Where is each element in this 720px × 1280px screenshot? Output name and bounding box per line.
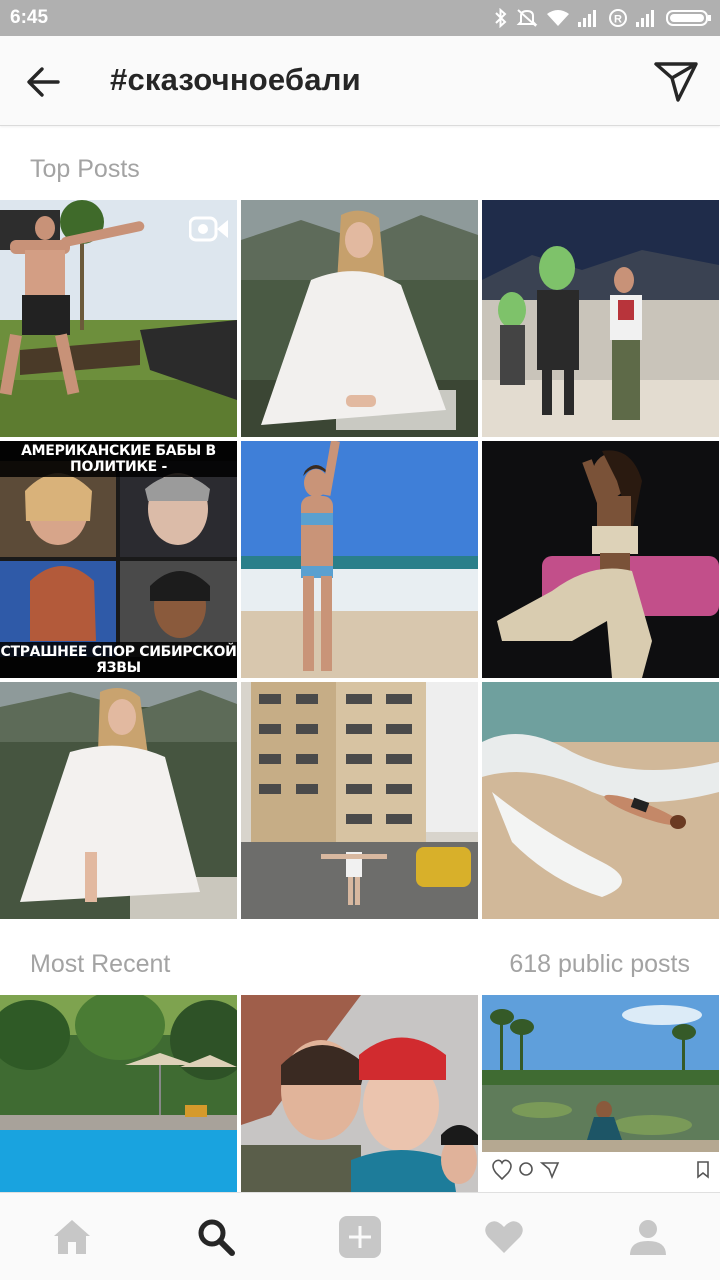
status-time: 6:45 [10, 7, 49, 28]
most-recent-label: Most Recent [30, 950, 171, 978]
post-thumbnail-woman-crochet-outfit[interactable] [482, 441, 719, 678]
post-thumbnail-woman-bikini-beach[interactable] [241, 441, 478, 678]
meme-caption-bottom: СТРАШНЕЕ СПОР СИБИРСКОЙ ЯЗВЫ [0, 642, 237, 678]
meme-caption-top: АМЕРИКАНСКИЕ БАБЫ В ПОЛИТИКЕ - [0, 441, 237, 477]
svg-text:R: R [614, 14, 622, 26]
page-title: #сказочноебали [110, 62, 361, 97]
status-bar: 6:45 R [0, 0, 720, 36]
photo-woman-dress-sitting [0, 682, 237, 919]
post-thumbnail-woman-meditating-lake[interactable] [482, 995, 719, 1192]
photo-woman-lying-surf [482, 682, 719, 919]
heart-icon [485, 1221, 523, 1253]
photo-woman-crochet [482, 441, 719, 678]
wifi-icon [547, 10, 569, 26]
back-button[interactable] [22, 60, 66, 104]
post-thumbnail-woman-white-dress-mountains[interactable] [241, 200, 478, 437]
direct-message-button[interactable] [652, 58, 700, 104]
home-icon [54, 1220, 90, 1254]
photo-tropical-pool [0, 995, 237, 1192]
nav-activity[interactable] [476, 1211, 532, 1263]
signal-icon [636, 10, 654, 27]
video-icon [189, 216, 228, 242]
post-thumbnail-tropical-pool[interactable] [0, 995, 237, 1192]
header-bar: #сказочноебали [0, 36, 720, 126]
bluetooth-icon [495, 8, 507, 28]
mute-icon [516, 9, 538, 27]
battery-icon [666, 10, 711, 26]
top-posts-label: Top Posts [30, 155, 140, 183]
post-thumbnail-woman-white-dress-sitting[interactable] [0, 682, 237, 919]
photo-two-women-selfie [241, 995, 478, 1192]
photo-alien-graffiti [482, 200, 719, 437]
public-posts-count: 618 public posts [509, 950, 690, 978]
photo-apartment-blocks [241, 682, 478, 919]
post-thumbnail-woman-apartment-blocks[interactable] [241, 682, 478, 919]
nav-add-post[interactable] [332, 1211, 388, 1263]
nav-search[interactable] [188, 1211, 244, 1263]
paper-plane-icon [654, 62, 698, 102]
nav-home[interactable] [44, 1211, 100, 1263]
post-thumbnail-two-women-selfie[interactable] [241, 995, 478, 1192]
post-thumbnail-alien-graffiti-man[interactable] [482, 200, 719, 437]
post-thumbnail-woman-lying-surf[interactable] [482, 682, 719, 919]
photo-woman-white-dress [241, 200, 478, 437]
bottom-navigation [0, 1192, 720, 1280]
post-thumbnail-politics-meme[interactable]: АМЕРИКАНСКИЕ БАБЫ В ПОЛИТИКЕ - СТРАШНЕЕ … [0, 441, 237, 678]
search-icon [198, 1219, 235, 1256]
profile-icon [630, 1220, 666, 1255]
photo-woman-meditating-lake [482, 995, 719, 1192]
add-post-icon [339, 1216, 381, 1258]
signal-icon [578, 10, 596, 27]
r-icon: R [609, 9, 627, 27]
nav-profile[interactable] [620, 1211, 676, 1263]
arrow-left-icon [27, 67, 60, 97]
post-thumbnail-man-by-pool[interactable] [0, 200, 237, 437]
photo-woman-bikini-beach [241, 441, 478, 678]
